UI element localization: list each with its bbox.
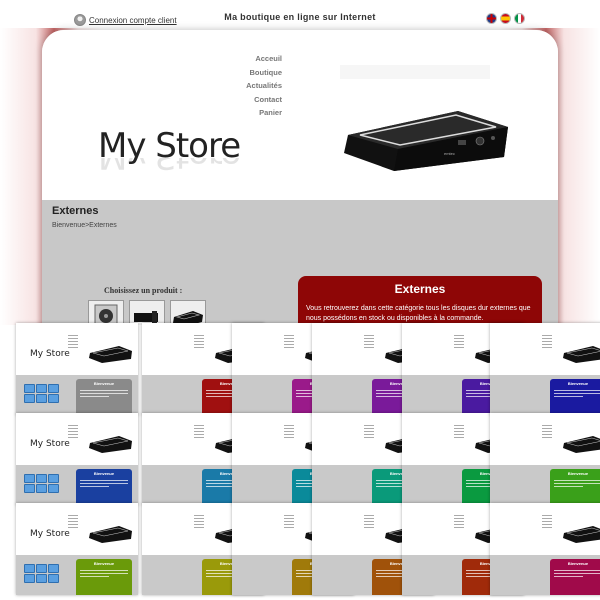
thumb-welcome-panel: Bienvenue — [550, 379, 600, 415]
thumb-panel-title: Bienvenue — [567, 471, 589, 476]
thumb-nav — [454, 423, 464, 440]
thumb-nav — [284, 423, 294, 440]
thumb-nav — [454, 333, 464, 350]
breadcrumb[interactable]: Bienvenue>Externes — [52, 222, 117, 229]
thumb-header — [490, 503, 600, 555]
thumb-header — [490, 413, 600, 465]
store-header: Acceuil Boutique Actualités Contact Pani… — [42, 30, 558, 200]
thumb-device-image — [563, 346, 600, 363]
italian-flag-icon[interactable] — [514, 13, 525, 24]
thumb-nav — [68, 513, 78, 530]
theme-thumbnail[interactable]: My Store Bienvenue — [16, 503, 138, 595]
header-banner-placeholder — [340, 65, 490, 79]
thumb-panel-title: Bienvenue — [567, 381, 589, 386]
category-box-text: Vous retrouverez dans cette catégorie to… — [306, 305, 531, 322]
thumb-nav — [542, 513, 552, 530]
thumb-header — [490, 323, 600, 375]
product-thumb-media-player[interactable] — [170, 300, 206, 325]
category-box: Externes Vous retrouverez dans cette cat… — [298, 276, 542, 325]
thumb-nav — [364, 333, 374, 350]
thumb-logo: My Store — [30, 439, 70, 449]
thumb-nav — [68, 333, 78, 350]
thumb-nav — [194, 423, 204, 440]
top-bar: Connexion compte client Ma boutique en l… — [0, 0, 600, 28]
choose-product-label: Choisissez un produit : — [104, 286, 183, 295]
thumb-welcome-panel: Bienvenue — [550, 559, 600, 595]
media-player-image: emtec — [344, 111, 508, 171]
product-thumb-media-box[interactable] — [129, 300, 165, 325]
nav-item-news[interactable]: Actualités — [246, 79, 282, 93]
thumb-device-image — [563, 436, 600, 453]
thumb-welcome-panel: Bienvenue — [550, 469, 600, 505]
theme-thumbnail[interactable]: My Store Bienvenue — [16, 413, 138, 505]
thumb-panel-title: Bienvenue — [93, 561, 115, 566]
thumb-device-image — [89, 526, 132, 543]
nav-item-shop[interactable]: Boutique — [246, 66, 283, 80]
theme-thumbnail[interactable]: Bienvenue — [490, 503, 600, 595]
product-thumb-hard-drive[interactable] — [88, 300, 124, 325]
spanish-flag-icon[interactable] — [500, 13, 511, 24]
theme-variants-grid: My Store Bienvenue Bienvenue Bienvenue Bienv… — [16, 323, 600, 600]
thumb-welcome-panel: Bienvenue — [76, 379, 132, 415]
main-preview: Connexion compte client Ma boutique en l… — [0, 0, 600, 325]
english-flag-icon[interactable] — [486, 13, 497, 24]
thumb-device-image — [89, 346, 132, 363]
theme-thumbnail[interactable]: Bienvenue — [490, 413, 600, 505]
thumb-header: My Store — [16, 503, 138, 555]
page-content: Externes Bienvenue>Externes Choisissez u… — [42, 200, 558, 325]
thumb-device-image — [89, 436, 132, 453]
thumb-nav — [364, 513, 374, 530]
theme-thumbnail[interactable]: My Store Bienvenue — [16, 323, 138, 415]
thumb-category-icons — [24, 564, 64, 592]
thumb-header: My Store — [16, 323, 138, 375]
theme-thumbnail[interactable]: Bienvenue — [490, 323, 600, 415]
thumb-welcome-panel: Bienvenue — [76, 559, 132, 595]
category-box-title: Externes — [394, 282, 446, 296]
store-frame: Acceuil Boutique Actualités Contact Pani… — [42, 30, 558, 325]
page-title: Externes — [52, 205, 99, 217]
thumb-panel-title: Bienvenue — [93, 471, 115, 476]
svg-text:emtec: emtec — [444, 151, 455, 156]
thumb-device-image — [563, 526, 600, 543]
thumb-nav — [284, 513, 294, 530]
thumb-panel-title: Bienvenue — [567, 561, 589, 566]
thumb-nav — [542, 423, 552, 440]
thumb-nav — [364, 423, 374, 440]
thumb-nav — [194, 333, 204, 350]
thumb-nav — [542, 333, 552, 350]
thumb-nav — [284, 333, 294, 350]
thumb-logo: My Store — [30, 349, 70, 359]
nav-item-home[interactable]: Acceuil — [246, 52, 282, 66]
thumb-category-icons — [24, 384, 64, 412]
thumb-logo: My Store — [30, 529, 70, 539]
thumb-header: My Store — [16, 413, 138, 465]
thumb-welcome-panel: Bienvenue — [76, 469, 132, 505]
thumb-panel-title: Bienvenue — [93, 381, 115, 386]
thumb-nav — [68, 423, 78, 440]
thumb-nav — [194, 513, 204, 530]
main-nav: Acceuil Boutique Actualités Contact Pani… — [246, 52, 282, 120]
nav-item-cart[interactable]: Panier — [246, 106, 282, 120]
store-logo-reflection: My Store — [98, 158, 240, 176]
thumb-nav — [454, 513, 464, 530]
thumb-category-icons — [24, 474, 64, 502]
nav-item-contact[interactable]: Contact — [246, 93, 282, 107]
